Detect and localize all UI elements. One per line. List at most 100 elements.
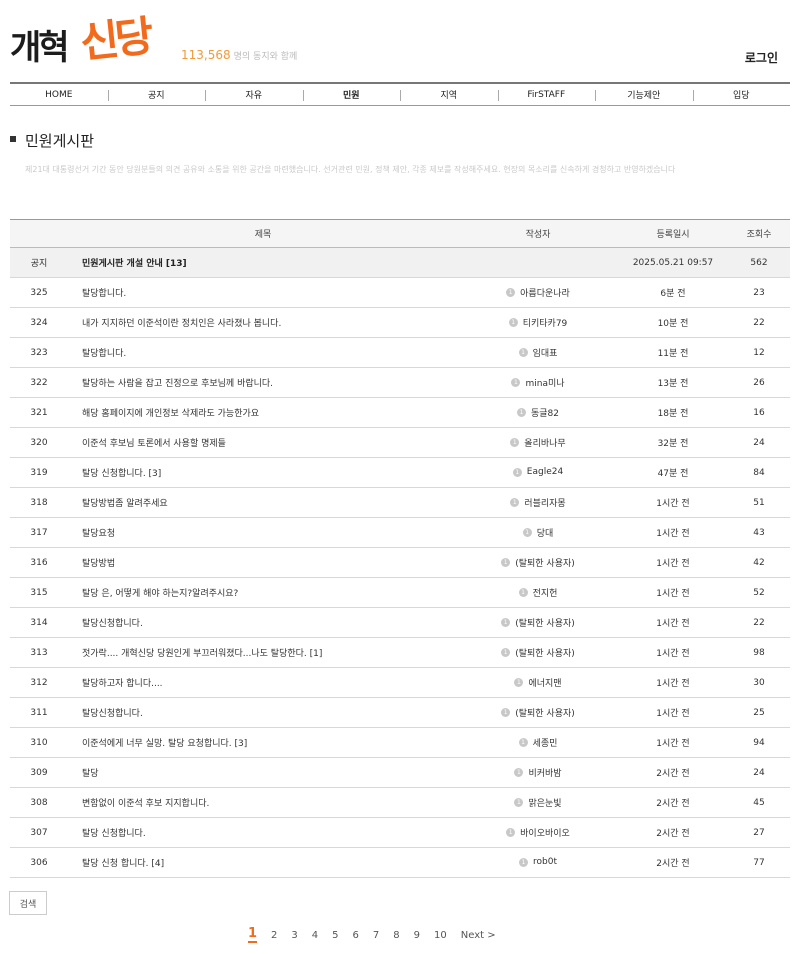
nav-item-firstaff[interactable]: FirSTAFF [497, 84, 596, 105]
post-title[interactable]: 내가 지지하던 이준석이란 정치인은 사라졌나 봅니다. [68, 316, 458, 329]
post-title[interactable]: 탈당 신청합니다. [68, 826, 458, 839]
post-title[interactable]: 해당 홈페이지에 개인정보 삭제라도 가능한가요 [68, 406, 458, 419]
login-link[interactable]: 로그인 [745, 49, 778, 66]
post-author[interactable]: 1 에너지맨 [458, 676, 618, 689]
author-name[interactable]: 임대표 [533, 349, 558, 359]
next-page-link[interactable]: Next > [461, 930, 496, 941]
post-author[interactable]: 1 (탈퇴한 사용자) [458, 706, 618, 719]
post-author[interactable]: 1 당대 [458, 526, 618, 539]
page-link[interactable]: 4 [312, 930, 318, 941]
table-row[interactable]: 323 탈당합니다. 1 임대표 11분 전 12 [10, 338, 790, 368]
author-name[interactable]: 전지헌 [533, 589, 558, 599]
table-row[interactable]: 311 탈당신청합니다. 1 (탈퇴한 사용자) 1시간 전 25 [10, 698, 790, 728]
author-name[interactable]: 비커바밤 [528, 769, 561, 779]
author-name[interactable]: mina미나 [525, 379, 564, 389]
post-author[interactable]: 1 mina미나 [458, 376, 618, 389]
post-author[interactable]: 1 동글82 [458, 406, 618, 419]
table-row[interactable]: 320 이준석 후보님 토론에서 사용할 명제들 1 올리바나무 32분 전 24 [10, 428, 790, 458]
post-author[interactable]: 1 전지헌 [458, 586, 618, 599]
post-author[interactable]: 1 비커바밤 [458, 766, 618, 779]
table-row[interactable]: 318 탈당방법좀 알려주세요 1 러블리자몽 1시간 전 51 [10, 488, 790, 518]
nav-item-free[interactable]: 자유 [205, 84, 303, 105]
page-link[interactable]: 9 [414, 930, 420, 941]
site-logo[interactable]: 개혁 신당 [10, 6, 160, 68]
author-name[interactable]: (탈퇴한 사용자) [515, 559, 575, 569]
author-name[interactable]: 동글82 [531, 409, 559, 419]
author-name[interactable]: (탈퇴한 사용자) [515, 709, 575, 719]
author-name[interactable]: (탈퇴한 사용자) [515, 649, 575, 659]
table-row[interactable]: 315 탈당 은, 어떻게 해야 하는지?알려주시요? 1 전지헌 1시간 전 52 [10, 578, 790, 608]
post-author[interactable]: 1 아름다운나라 [458, 286, 618, 299]
table-row[interactable]: 325 탈당합니다. 1 아름다운나라 6분 전 23 [10, 278, 790, 308]
table-row[interactable]: 313 젓가락.... 개혁신당 당원인게 부끄러워졌다...나도 탈당한다. [… [10, 638, 790, 668]
page-link[interactable]: 10 [434, 930, 447, 941]
table-row[interactable]: 312 탈당하고자 합니다.... 1 에너지맨 1시간 전 30 [10, 668, 790, 698]
table-row[interactable]: 310 이준석에게 너무 실망. 탈당 요청합니다. [3] 1 세종민 1시간 전 94 [10, 728, 790, 758]
notice-row[interactable]: 공지 민원게시판 개설 안내 [13] 2025.05.21 09:57 562 [10, 248, 790, 278]
nav-item-feature-suggest[interactable]: 기능제안 [595, 84, 693, 105]
table-row[interactable]: 308 변함없이 이준석 후보 지지합니다. 1 맑은눈빛 2시간 전 45 [10, 788, 790, 818]
page-link[interactable]: 8 [393, 930, 399, 941]
nav-item-notice[interactable]: 공지 [107, 84, 206, 105]
author-name[interactable]: 에너지맨 [528, 679, 561, 689]
nav-item-complaint[interactable]: 민원 [302, 84, 401, 105]
table-row[interactable]: 319 탈당 신청합니다. [3] 1 Eagle24 47분 전 84 [10, 458, 790, 488]
page-link[interactable]: 6 [353, 930, 359, 941]
post-title[interactable]: 탈당 신청합니다. [3] [68, 466, 458, 479]
author-name[interactable]: 올리바나무 [524, 439, 565, 449]
post-title[interactable]: 탈당합니다. [68, 346, 458, 359]
post-title[interactable]: 탈당신청합니다. [68, 616, 458, 629]
post-author[interactable]: 1 티키타카79 [458, 316, 618, 329]
table-row[interactable]: 317 탈당요청 1 당대 1시간 전 43 [10, 518, 790, 548]
post-title[interactable]: 탈당하고자 합니다.... [68, 676, 458, 689]
post-title[interactable]: 변함없이 이준석 후보 지지합니다. [68, 796, 458, 809]
post-title[interactable]: 탈당 은, 어떻게 해야 하는지?알려주시요? [68, 586, 458, 599]
post-title[interactable]: 탈당 신청 합니다. [4] [68, 856, 458, 869]
author-name[interactable]: 세종민 [533, 739, 558, 749]
author-name[interactable]: 러블리자몽 [524, 499, 565, 509]
author-name[interactable]: 맑은눈빛 [528, 799, 561, 809]
author-name[interactable]: 아름다운나라 [520, 289, 570, 299]
search-button[interactable]: 검색 [9, 891, 47, 915]
table-row[interactable]: 321 해당 홈페이지에 개인정보 삭제라도 가능한가요 1 동글82 18분 전 16 [10, 398, 790, 428]
post-author[interactable]: 1 러블리자몽 [458, 496, 618, 509]
nav-item-join[interactable]: 입당 [692, 84, 791, 105]
post-title[interactable]: 탈당방법좀 알려주세요 [68, 496, 458, 509]
post-author[interactable]: 1 rob0t [458, 857, 618, 868]
page-link[interactable]: 7 [373, 930, 379, 941]
author-name[interactable]: rob0t [533, 857, 557, 867]
table-row[interactable]: 324 내가 지지하던 이준석이란 정치인은 사라졌나 봅니다. 1 티키타카79 10… [10, 308, 790, 338]
post-author[interactable]: 1 (탈퇴한 사용자) [458, 556, 618, 569]
nav-item-region[interactable]: 지역 [400, 84, 498, 105]
post-title[interactable]: 이준석 후보님 토론에서 사용할 명제들 [68, 436, 458, 449]
post-author[interactable]: 1 (탈퇴한 사용자) [458, 646, 618, 659]
post-author[interactable]: 1 임대표 [458, 346, 618, 359]
post-title[interactable]: 젓가락.... 개혁신당 당원인게 부끄러워졌다...나도 탈당한다. [1] [68, 646, 458, 659]
table-row[interactable]: 314 탈당신청합니다. 1 (탈퇴한 사용자) 1시간 전 22 [10, 608, 790, 638]
page-link[interactable]: 5 [332, 930, 338, 941]
post-title[interactable]: 탈당하는 사람을 잡고 진정으로 후보님께 바랍니다. [68, 376, 458, 389]
page-link[interactable]: 3 [291, 930, 297, 941]
post-author[interactable]: 1 Eagle24 [458, 467, 618, 478]
page-link[interactable]: 2 [271, 930, 277, 941]
table-row[interactable]: 316 탈당방법 1 (탈퇴한 사용자) 1시간 전 42 [10, 548, 790, 578]
post-title[interactable]: 탈당신청합니다. [68, 706, 458, 719]
author-name[interactable]: 당대 [537, 529, 554, 539]
nav-item-home[interactable]: HOME [10, 84, 108, 105]
page-link-current[interactable]: 1 [248, 927, 258, 943]
post-author[interactable]: 1 올리바나무 [458, 436, 618, 449]
table-row[interactable]: 322 탈당하는 사람을 잡고 진정으로 후보님께 바랍니다. 1 mina미나 13분… [10, 368, 790, 398]
post-title[interactable]: 탈당 [68, 766, 458, 779]
post-author[interactable]: 1 바이오바이오 [458, 826, 618, 839]
post-author[interactable]: 1 맑은눈빛 [458, 796, 618, 809]
post-title[interactable]: 탈당요청 [68, 526, 458, 539]
post-author[interactable]: 1 (탈퇴한 사용자) [458, 616, 618, 629]
table-row[interactable]: 306 탈당 신청 합니다. [4] 1 rob0t 2시간 전 77 [10, 848, 790, 878]
notice-title[interactable]: 민원게시판 개설 안내 [13] [68, 256, 458, 269]
table-row[interactable]: 309 탈당 1 비커바밤 2시간 전 24 [10, 758, 790, 788]
table-row[interactable]: 307 탈당 신청합니다. 1 바이오바이오 2시간 전 27 [10, 818, 790, 848]
post-title[interactable]: 탈당방법 [68, 556, 458, 569]
post-author[interactable]: 1 세종민 [458, 736, 618, 749]
author-name[interactable]: Eagle24 [527, 467, 563, 477]
author-name[interactable]: 바이오바이오 [520, 829, 570, 839]
